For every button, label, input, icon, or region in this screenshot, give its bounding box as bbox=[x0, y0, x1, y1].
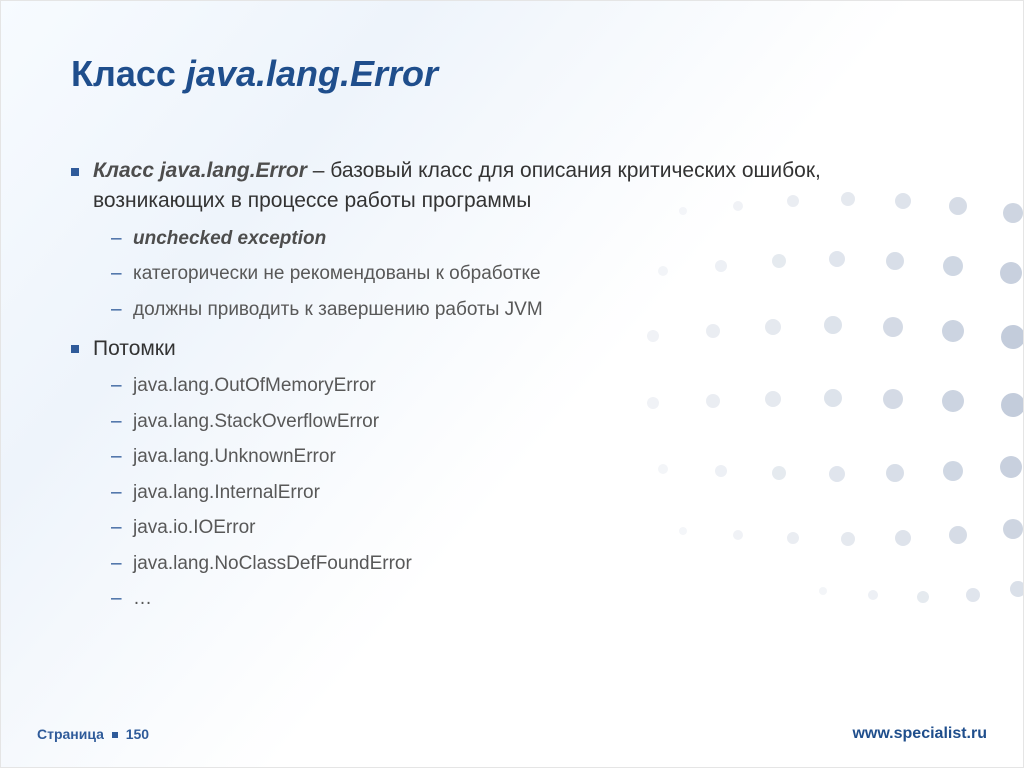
sub-bullet: java.lang.UnknownError bbox=[93, 443, 931, 471]
bullet-descendants-label: Потомки bbox=[93, 337, 176, 360]
sub-bullet-text: java.lang.StackOverflowError bbox=[133, 411, 379, 432]
sub-bullet-text: категорически не рекомендованы к обработ… bbox=[133, 263, 541, 284]
footer-url: www.specialist.ru bbox=[852, 725, 987, 743]
page-indicator: Страница 150 bbox=[37, 726, 149, 742]
sub-bullet-text: должны приводить к завершению работы JVM bbox=[133, 299, 543, 320]
slide-footer: Страница 150 www.specialist.ru bbox=[37, 725, 987, 743]
sub-bullet-text: java.lang.NoClassDefFoundError bbox=[133, 553, 412, 574]
sub-bullet: java.lang.NoClassDefFoundError bbox=[93, 550, 931, 578]
sub-bullet-text: unchecked exception bbox=[133, 228, 326, 249]
sub-bullet-text: … bbox=[133, 588, 152, 609]
sub-bullet: должны приводить к завершению работы JVM bbox=[93, 296, 931, 324]
title-class-name: java.lang.Error bbox=[186, 53, 438, 94]
sub-bullet-text: java.lang.UnknownError bbox=[133, 446, 336, 467]
slide-content: Класс java.lang.Error – базовый класс дл… bbox=[71, 156, 931, 623]
sub-bullet: unchecked exception bbox=[93, 225, 931, 253]
sub-bullet: java.io.IOError bbox=[93, 514, 931, 542]
sub-bullet: java.lang.InternalError bbox=[93, 479, 931, 507]
sub-bullet-text: java.lang.OutOfMemoryError bbox=[133, 375, 376, 396]
title-prefix: Класс bbox=[71, 53, 186, 94]
sub-bullet: java.lang.StackOverflowError bbox=[93, 408, 931, 436]
bullet-descendants: Потомки java.lang.OutOfMemoryError java.… bbox=[71, 334, 931, 613]
slide-title: Класс java.lang.Error bbox=[71, 53, 438, 95]
square-bullet-icon bbox=[112, 732, 118, 738]
bullet-definition: Класс java.lang.Error – базовый класс дл… bbox=[71, 156, 931, 324]
page-number: 150 bbox=[126, 726, 149, 742]
sub-bullet: … bbox=[93, 585, 931, 613]
bullet-definition-strong: Класс java.lang.Error bbox=[93, 159, 307, 182]
sub-bullet: категорически не рекомендованы к обработ… bbox=[93, 260, 931, 288]
sub-bullet: java.lang.OutOfMemoryError bbox=[93, 372, 931, 400]
sub-bullet-text: java.lang.InternalError bbox=[133, 482, 320, 503]
slide: Класс java.lang.Error Класс java.lang.Er… bbox=[0, 0, 1024, 768]
page-word: Страница bbox=[37, 726, 104, 742]
sub-bullet-text: java.io.IOError bbox=[133, 517, 255, 538]
